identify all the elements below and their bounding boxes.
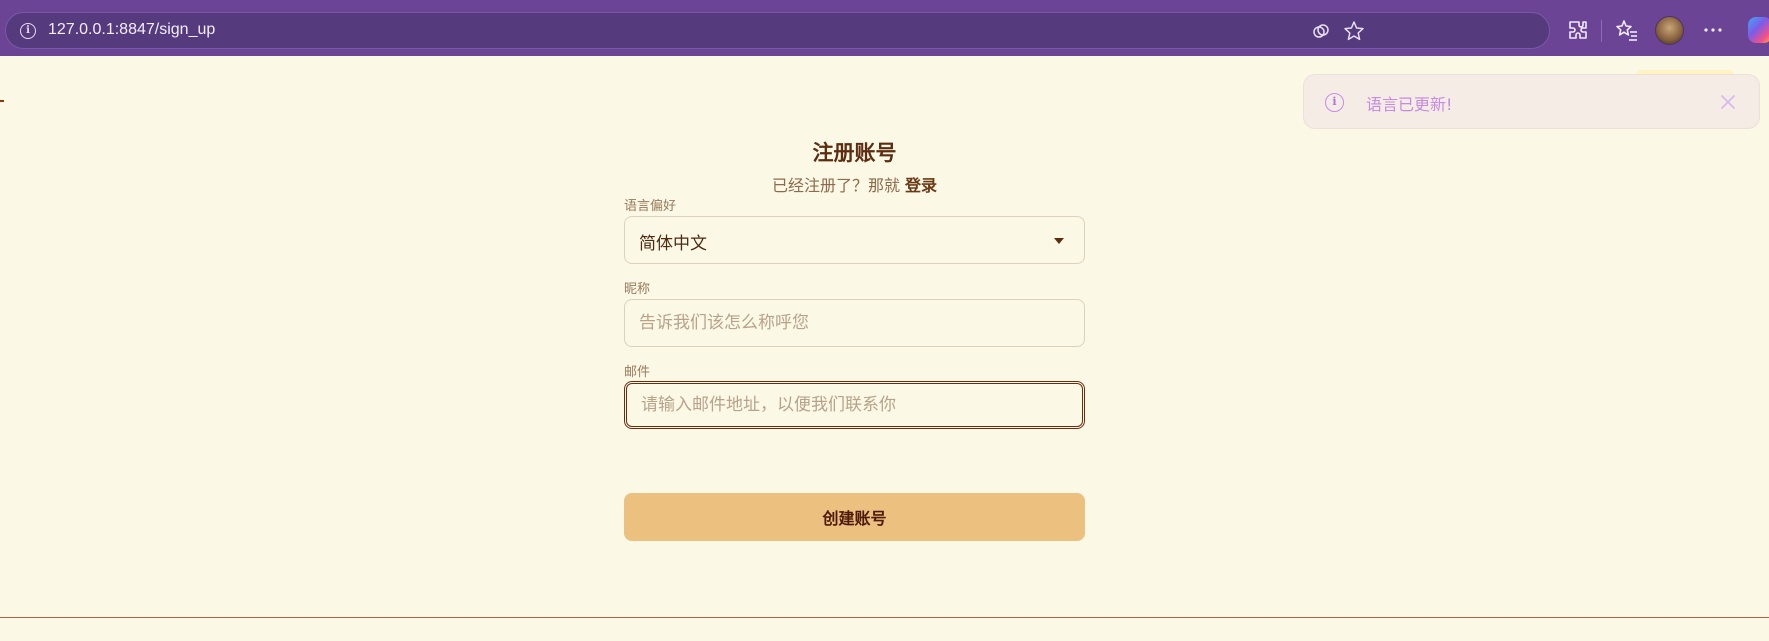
language-selected-value: 简体中文 xyxy=(639,234,707,254)
left-edge-mark xyxy=(0,100,4,102)
nickname-input[interactable] xyxy=(625,300,1084,346)
nickname-field xyxy=(624,299,1085,347)
footer-divider xyxy=(0,617,1769,618)
nickname-label: 昵称 xyxy=(624,282,651,297)
page-title: 注册账号 xyxy=(812,141,897,165)
profile-avatar[interactable] xyxy=(1655,16,1684,45)
email-label: 邮件 xyxy=(624,365,651,380)
address-url[interactable]: 127.0.0.1:8847/sign_up xyxy=(48,21,215,39)
page-content: 注册账号 已经注册了？那就 登录 语言偏好 简体中文 昵称 邮件 创建账号 xyxy=(0,56,1769,641)
favorite-star-icon[interactable] xyxy=(1343,20,1365,42)
toast-message: 语言已更新! xyxy=(1366,95,1453,114)
extensions-icon[interactable] xyxy=(1566,18,1590,42)
copilot-vision-icon[interactable] xyxy=(1310,20,1332,42)
login-link[interactable]: 登录 xyxy=(905,176,937,195)
favorites-list-icon[interactable] xyxy=(1615,18,1639,42)
language-select[interactable]: 简体中文 xyxy=(624,216,1085,264)
create-account-button[interactable]: 创建账号 xyxy=(624,493,1085,541)
language-label: 语言偏好 xyxy=(624,199,677,214)
address-bar[interactable]: i 127.0.0.1:8847/sign_up xyxy=(5,12,1550,49)
browser-toolbar: i 127.0.0.1:8847/sign_up xyxy=(0,0,1769,56)
site-info-icon[interactable]: i xyxy=(20,23,36,39)
more-menu-icon[interactable] xyxy=(1701,18,1725,42)
email-input[interactable] xyxy=(627,384,1082,426)
login-prompt-text: 已经注册了？那就 xyxy=(771,176,900,195)
toast-notification: i 语言已更新! xyxy=(1303,74,1760,129)
email-field xyxy=(624,381,1085,429)
login-prompt: 已经注册了？那就 登录 xyxy=(624,172,1085,196)
info-icon: i xyxy=(1325,93,1344,112)
copilot-icon[interactable] xyxy=(1748,17,1769,43)
close-icon[interactable] xyxy=(1717,91,1739,113)
toolbar-separator xyxy=(1601,20,1602,42)
chevron-down-icon xyxy=(1054,238,1064,244)
